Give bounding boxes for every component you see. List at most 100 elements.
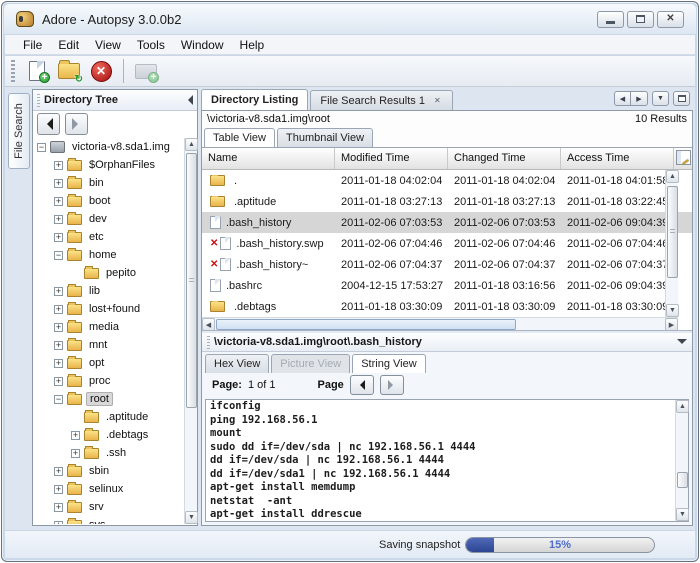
back-button[interactable]	[37, 113, 60, 135]
scroll-tabs-right-button[interactable]: ▶	[631, 91, 648, 106]
tab-directory-listing[interactable]: Directory Listing	[201, 89, 308, 110]
table-row[interactable]: .debtags2011-01-18 03:30:092011-01-18 03…	[202, 296, 692, 317]
tab-table-view[interactable]: Table View	[204, 128, 275, 147]
close-button[interactable]: ✕	[657, 11, 684, 28]
scroll-down-icon[interactable]: ▼	[676, 508, 689, 521]
tab-hex-view[interactable]: Hex View	[205, 354, 269, 373]
tree-item-victoria-v8-sda1-img[interactable]: −victoria-v8.sda1.img	[34, 138, 183, 156]
column-header-changed-time[interactable]: Changed Time	[448, 148, 561, 169]
tree-scrollbar-thumb[interactable]	[186, 153, 197, 408]
tree-item-selinux[interactable]: +selinux	[34, 480, 183, 498]
tree-item-bin[interactable]: +bin	[34, 174, 183, 192]
scroll-tabs-left-button[interactable]: ◀	[614, 91, 631, 106]
table-scrollbar-horizontal[interactable]: ◀ ▶	[202, 317, 678, 331]
column-header-modified-time[interactable]: Modified Time	[335, 148, 448, 169]
tree-expand-handle-icon[interactable]: +	[54, 179, 63, 188]
tree-expand-handle-icon[interactable]: +	[54, 323, 63, 332]
column-header-name[interactable]: Name	[202, 148, 335, 169]
tree-expand-handle-icon[interactable]: +	[71, 431, 80, 440]
viewer-scrollbar[interactable]: ▲ ▼	[675, 400, 688, 521]
table-row[interactable]: .bashrc2004-12-15 17:53:272011-01-18 03:…	[202, 275, 692, 296]
h-scrollbar-thumb[interactable]	[216, 319, 516, 330]
tab-list-dropdown-button[interactable]: ▼	[652, 91, 669, 106]
dock-panel-icon[interactable]	[677, 339, 687, 349]
menu-help[interactable]: Help	[232, 36, 273, 54]
tree-item-lost-found[interactable]: +lost+found	[34, 300, 183, 318]
dock-panel-icon[interactable]	[183, 95, 193, 105]
string-view-content[interactable]: ifconfigping 192.168.56.1mountsudo dd if…	[205, 399, 689, 522]
scroll-up-icon[interactable]: ▲	[676, 400, 689, 413]
tree-scrollbar[interactable]: ▲ ▼	[184, 138, 197, 524]
table-settings-icon[interactable]	[676, 150, 691, 165]
tree-item-ssh[interactable]: +.ssh	[34, 444, 183, 462]
menu-edit[interactable]: Edit	[50, 36, 87, 54]
next-page-button[interactable]	[380, 375, 404, 395]
open-case-button[interactable]: ↻	[55, 58, 83, 84]
add-image-button[interactable]: +	[132, 58, 160, 84]
menu-tools[interactable]: Tools	[129, 36, 173, 54]
tree-item-proc[interactable]: +proc	[34, 372, 183, 390]
table-row[interactable]: ✕.bash_history~2011-02-06 07:04:372011-0…	[202, 254, 692, 275]
tree-expand-handle-icon[interactable]: −	[54, 395, 63, 404]
title-bar[interactable]: Adore - Autopsy 3.0.0b2 ✕	[4, 4, 696, 34]
tree-item-lib[interactable]: +lib	[34, 282, 183, 300]
new-case-button[interactable]: +	[23, 58, 51, 84]
tree-item-mnt[interactable]: +mnt	[34, 336, 183, 354]
tree-expand-handle-icon[interactable]: +	[54, 305, 63, 314]
tree-item-media[interactable]: +media	[34, 318, 183, 336]
previous-page-button[interactable]	[350, 375, 374, 395]
menu-file[interactable]: File	[15, 36, 50, 54]
tree-expand-handle-icon[interactable]: +	[54, 485, 63, 494]
tree-item-opt[interactable]: +opt	[34, 354, 183, 372]
tree-expand-handle-icon[interactable]: +	[54, 503, 63, 512]
tree-item-srv[interactable]: +srv	[34, 498, 183, 516]
tree-expand-handle-icon[interactable]: +	[71, 449, 80, 458]
maximize-panel-button[interactable]	[673, 91, 690, 106]
toolbar-grip[interactable]	[11, 60, 15, 82]
tree-expand-handle-icon[interactable]: +	[54, 215, 63, 224]
tree-expand-handle-icon[interactable]: −	[54, 251, 63, 260]
tree-item-dev[interactable]: +dev	[34, 210, 183, 228]
close-case-button[interactable]: ✕	[87, 58, 115, 84]
scroll-down-icon[interactable]: ▼	[666, 304, 679, 317]
tree-item-pepito[interactable]: pepito	[34, 264, 183, 282]
panel-grip[interactable]	[37, 94, 40, 107]
tree-expand-handle-icon[interactable]: +	[54, 467, 63, 476]
viewer-scrollbar-thumb[interactable]	[677, 472, 688, 488]
tree-expand-handle-icon[interactable]: +	[54, 233, 63, 242]
scroll-up-icon[interactable]: ▲	[185, 138, 198, 151]
panel-grip[interactable]	[207, 336, 210, 349]
table-row[interactable]: .aptitude2011-01-18 03:27:132011-01-18 0…	[202, 191, 692, 212]
table-row[interactable]: .2011-01-18 04:02:042011-01-18 04:02:042…	[202, 170, 692, 191]
column-header-access-time[interactable]: Access Time	[561, 148, 674, 169]
tree-expand-handle-icon[interactable]: +	[54, 359, 63, 368]
table-scrollbar-thumb[interactable]	[667, 186, 678, 278]
tree-item-etc[interactable]: +etc	[34, 228, 183, 246]
maximize-button[interactable]	[627, 11, 654, 28]
menu-view[interactable]: View	[87, 36, 129, 54]
tree-item-boot[interactable]: +boot	[34, 192, 183, 210]
menu-window[interactable]: Window	[173, 36, 232, 54]
tree-expand-handle-icon[interactable]: +	[54, 161, 63, 170]
close-tab-icon[interactable]: ✕	[432, 95, 443, 106]
tree-expand-handle-icon[interactable]: +	[54, 521, 63, 525]
file-search-vertical-tab[interactable]: File Search	[8, 93, 30, 169]
tree-expand-handle-icon[interactable]: +	[54, 287, 63, 296]
tree-expand-handle-icon[interactable]: +	[54, 341, 63, 350]
minimize-button[interactable]	[597, 11, 624, 28]
tree-expand-handle-icon[interactable]: +	[54, 377, 63, 386]
table-row[interactable]: .bash_history2011-02-06 07:03:532011-02-…	[202, 212, 692, 233]
tree-item-orphanfiles[interactable]: +$OrphanFiles	[34, 156, 183, 174]
tree-item-aptitude[interactable]: .aptitude	[34, 408, 183, 426]
tree-item-home[interactable]: −home	[34, 246, 183, 264]
table-row[interactable]: ✕.bash_history.swp2011-02-06 07:04:46201…	[202, 233, 692, 254]
tab-string-view[interactable]: String View	[352, 354, 425, 373]
tab-thumbnail-view[interactable]: Thumbnail View	[277, 128, 373, 147]
scroll-up-icon[interactable]: ▲	[666, 170, 679, 183]
forward-button[interactable]	[65, 113, 88, 135]
tree-expand-handle-icon[interactable]: −	[37, 143, 46, 152]
tree-item-root[interactable]: −root	[34, 390, 183, 408]
tree-expand-handle-icon[interactable]: +	[54, 197, 63, 206]
tree-item-sys[interactable]: +sys	[34, 516, 183, 524]
scroll-down-icon[interactable]: ▼	[185, 511, 198, 524]
